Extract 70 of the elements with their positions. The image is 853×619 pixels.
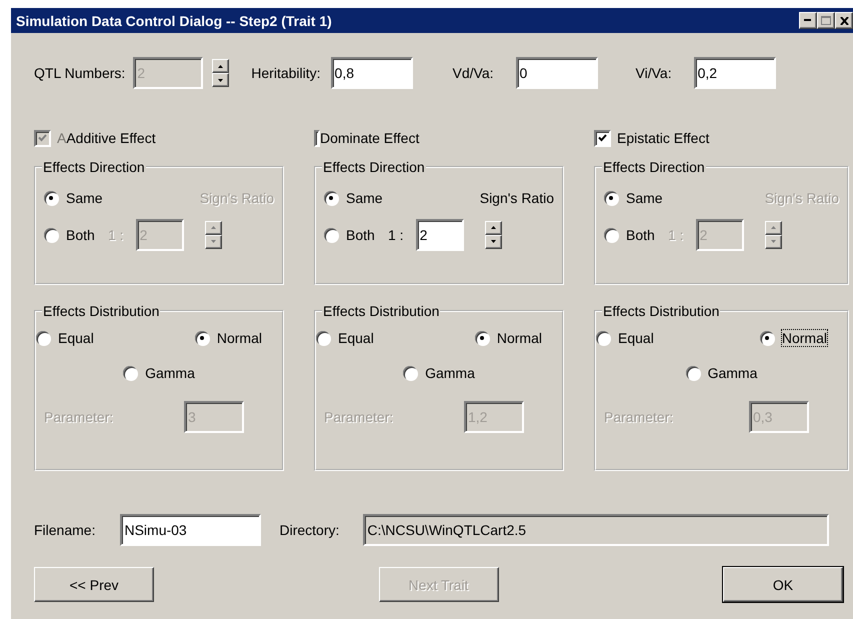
radio-button[interactable]: [316, 331, 330, 345]
radio-button[interactable]: [686, 366, 700, 380]
up-arrow-icon: [490, 226, 496, 229]
radio-button[interactable]: [596, 331, 610, 345]
checkbox-edge[interactable]: [314, 130, 320, 146]
close-icon: [840, 16, 848, 24]
group-title: Effects Distribution: [42, 303, 160, 319]
spin-field[interactable]: 2: [416, 218, 464, 250]
down-arrow-icon: [210, 240, 216, 243]
directory-label: Directory:: [279, 522, 340, 538]
group-title: Effects Direction: [602, 159, 706, 175]
filename-label: Filename:: [34, 522, 96, 538]
up-arrow-icon: [770, 226, 776, 229]
checkbox-label: Additive Effect: [66, 130, 156, 146]
radio-button[interactable]: [324, 190, 338, 204]
spin-down-button[interactable]: [212, 73, 230, 87]
checkbox[interactable]: [594, 130, 611, 146]
input-field[interactable]: 0,2: [694, 57, 776, 89]
down-arrow-icon: [770, 240, 776, 243]
input-field[interactable]: 0: [516, 57, 598, 89]
up-arrow-icon: [218, 64, 224, 68]
radio-label: Equal: [618, 330, 654, 346]
radio-label: Gamma: [708, 365, 758, 381]
radio-label: Gamma: [425, 365, 475, 381]
radio-label: Both: [626, 226, 655, 242]
down-arrow-icon: [490, 240, 496, 243]
checkbox-label: Epistatic Effect: [617, 130, 710, 146]
dialog-button[interactable]: << Prev: [34, 567, 154, 602]
group-title: Effects Direction: [322, 159, 426, 175]
checkmark-icon: [598, 134, 607, 142]
group-title: Effects Distribution: [602, 303, 720, 319]
maximize-icon: [821, 16, 831, 25]
radio-label: Same: [66, 190, 103, 206]
radio-button[interactable]: [760, 331, 774, 345]
radio-label: Same: [346, 190, 383, 206]
radio-label: Normal: [216, 330, 262, 346]
group-title: Effects Distribution: [322, 303, 440, 319]
radio-label: Gamma: [145, 365, 195, 381]
down-arrow-icon: [218, 78, 224, 82]
spin-up-button[interactable]: [212, 59, 230, 73]
radio-button[interactable]: [474, 331, 489, 345]
ratio-label: Sign's Ratio: [480, 190, 554, 206]
radio-label: Both: [346, 226, 375, 242]
group-title: Effects Direction: [42, 159, 146, 175]
field-label: QTL Numbers:: [34, 65, 126, 81]
up-arrow-icon: [210, 226, 216, 229]
ghost-letter: A: [57, 130, 66, 146]
field-label: Vi/Va:: [636, 65, 672, 81]
radio-button[interactable]: [324, 228, 338, 242]
window-title: Simulation Data Control Dialog -- Step2 (Trait 1): [16, 12, 332, 28]
radio-label: Same: [626, 190, 663, 206]
field-label: Heritability:: [251, 65, 321, 81]
spin-up-button[interactable]: [484, 220, 502, 234]
checkbox-label: Dominate Effect: [320, 130, 420, 146]
ratio-prefix: 1 :: [388, 226, 404, 242]
radio-label: Equal: [58, 330, 94, 346]
radio-label: Both: [66, 226, 95, 242]
minimize-icon: [804, 19, 812, 22]
radio-button[interactable]: [403, 366, 418, 380]
spin-down-button[interactable]: [484, 234, 502, 248]
checkmark-icon: [38, 134, 47, 142]
dialog-button[interactable]: OK: [723, 567, 843, 602]
field-label: Vd/Va:: [452, 65, 494, 81]
radio-label: Equal: [338, 330, 374, 346]
close-button[interactable]: [835, 12, 853, 29]
filename-field[interactable]: NSimu-03: [120, 514, 262, 546]
minimize-button[interactable]: [799, 12, 817, 29]
radio-label: Normal: [496, 330, 542, 346]
radio-label: Normal: [782, 330, 827, 346]
input-field[interactable]: 0,8: [330, 57, 413, 89]
